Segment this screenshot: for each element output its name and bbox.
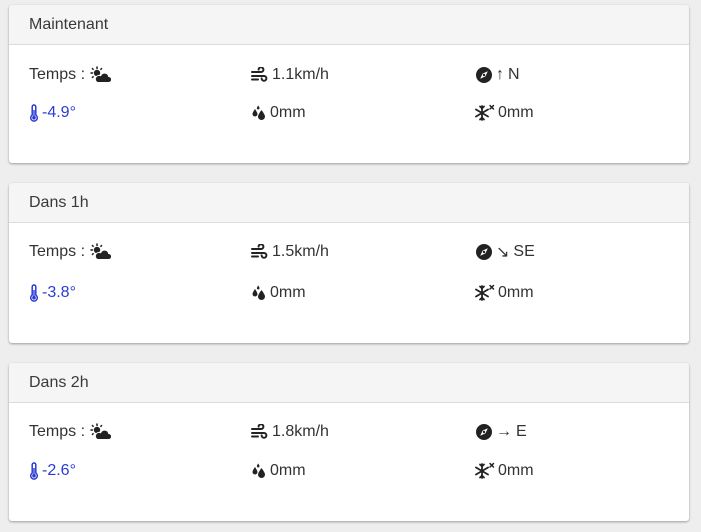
snowflake-icon bbox=[475, 462, 495, 480]
wind-direction: N bbox=[508, 66, 520, 83]
wind-direction-cell: ↘ SE bbox=[475, 240, 535, 264]
compass-icon bbox=[475, 423, 493, 441]
sun-cloud-icon bbox=[89, 66, 112, 84]
wind-icon bbox=[251, 244, 268, 260]
raindrops-icon bbox=[251, 105, 267, 121]
temperature-cell: -3.8° bbox=[29, 281, 76, 305]
wind-speed-cell: 1.5km/h bbox=[251, 240, 329, 264]
snow-cell: 0mm bbox=[475, 459, 534, 483]
temperature-cell: -2.6° bbox=[29, 459, 76, 483]
wind-arrow: → bbox=[496, 423, 512, 440]
weather-cell: Temps : bbox=[29, 63, 112, 87]
wind-speed: 1.8km/h bbox=[272, 423, 329, 440]
precipitation-row: -4.9° 0mm 0mm bbox=[9, 101, 689, 125]
wind-speed-cell: 1.8km/h bbox=[251, 420, 329, 444]
temperature: -3.8° bbox=[42, 284, 76, 301]
temperature-cell: -4.9° bbox=[29, 101, 76, 125]
thermometer-icon bbox=[29, 462, 39, 480]
snowflake-icon bbox=[475, 284, 495, 302]
weather-row: Temps : bbox=[9, 240, 689, 264]
weather-cell: Temps : bbox=[29, 420, 112, 444]
wind-icon bbox=[251, 67, 268, 83]
wind-speed-cell: 1.1km/h bbox=[251, 63, 329, 87]
wind-direction: SE bbox=[513, 243, 535, 260]
wind-arrow: ↘ bbox=[496, 244, 510, 261]
wind-direction-cell: ↑ N bbox=[475, 63, 520, 87]
wind-direction-cell: → E bbox=[475, 420, 527, 444]
raindrops-icon bbox=[251, 285, 267, 301]
precipitation-row: -2.6° 0mm 0mm bbox=[9, 459, 689, 483]
wind-direction: E bbox=[516, 423, 527, 440]
sun-cloud-icon bbox=[89, 423, 112, 441]
snow-cell: 0mm bbox=[475, 101, 534, 125]
precipitation-row: -3.8° 0mm 0mm bbox=[9, 281, 689, 305]
weather-label: Temps : bbox=[29, 66, 86, 83]
wind-arrow: ↑ bbox=[496, 66, 504, 83]
weather-label: Temps : bbox=[29, 243, 86, 260]
rain-cell: 0mm bbox=[251, 459, 306, 483]
sun-cloud-icon bbox=[89, 243, 112, 261]
weather-cell: Temps : bbox=[29, 240, 112, 264]
snowflake-icon bbox=[475, 104, 495, 122]
wind-speed: 1.5km/h bbox=[272, 243, 329, 260]
thermometer-icon bbox=[29, 104, 39, 122]
card-title: Dans 1h bbox=[9, 183, 689, 223]
wind-icon bbox=[251, 424, 268, 440]
forecast-card-1h: Dans 1h Temps : 1.5km/h ↘ SE -3.8° 0mm 0… bbox=[9, 183, 689, 343]
rain-cell: 0mm bbox=[251, 281, 306, 305]
weather-label: Temps : bbox=[29, 423, 86, 440]
card-title: Maintenant bbox=[9, 5, 689, 45]
forecast-card-now: Maintenant Temps : 1.1km/h ↑ N -4.9° 0mm… bbox=[9, 5, 689, 163]
compass-icon bbox=[475, 66, 493, 84]
temperature: -2.6° bbox=[42, 462, 76, 479]
card-title: Dans 2h bbox=[9, 363, 689, 403]
weather-row: Temps : bbox=[9, 420, 689, 444]
raindrops-icon bbox=[251, 463, 267, 479]
weather-row: Temps : bbox=[9, 63, 689, 87]
compass-icon bbox=[475, 243, 493, 261]
rain-cell: 0mm bbox=[251, 101, 306, 125]
snow-cell: 0mm bbox=[475, 281, 534, 305]
temperature: -4.9° bbox=[42, 104, 76, 121]
snow-amount: 0mm bbox=[498, 462, 534, 479]
rain-amount: 0mm bbox=[270, 104, 306, 121]
snow-amount: 0mm bbox=[498, 104, 534, 121]
snow-amount: 0mm bbox=[498, 284, 534, 301]
wind-speed: 1.1km/h bbox=[272, 66, 329, 83]
rain-amount: 0mm bbox=[270, 284, 306, 301]
rain-amount: 0mm bbox=[270, 462, 306, 479]
thermometer-icon bbox=[29, 284, 39, 302]
forecast-card-2h: Dans 2h Temps : 1.8km/h → E -2.6° 0mm 0m… bbox=[9, 363, 689, 521]
